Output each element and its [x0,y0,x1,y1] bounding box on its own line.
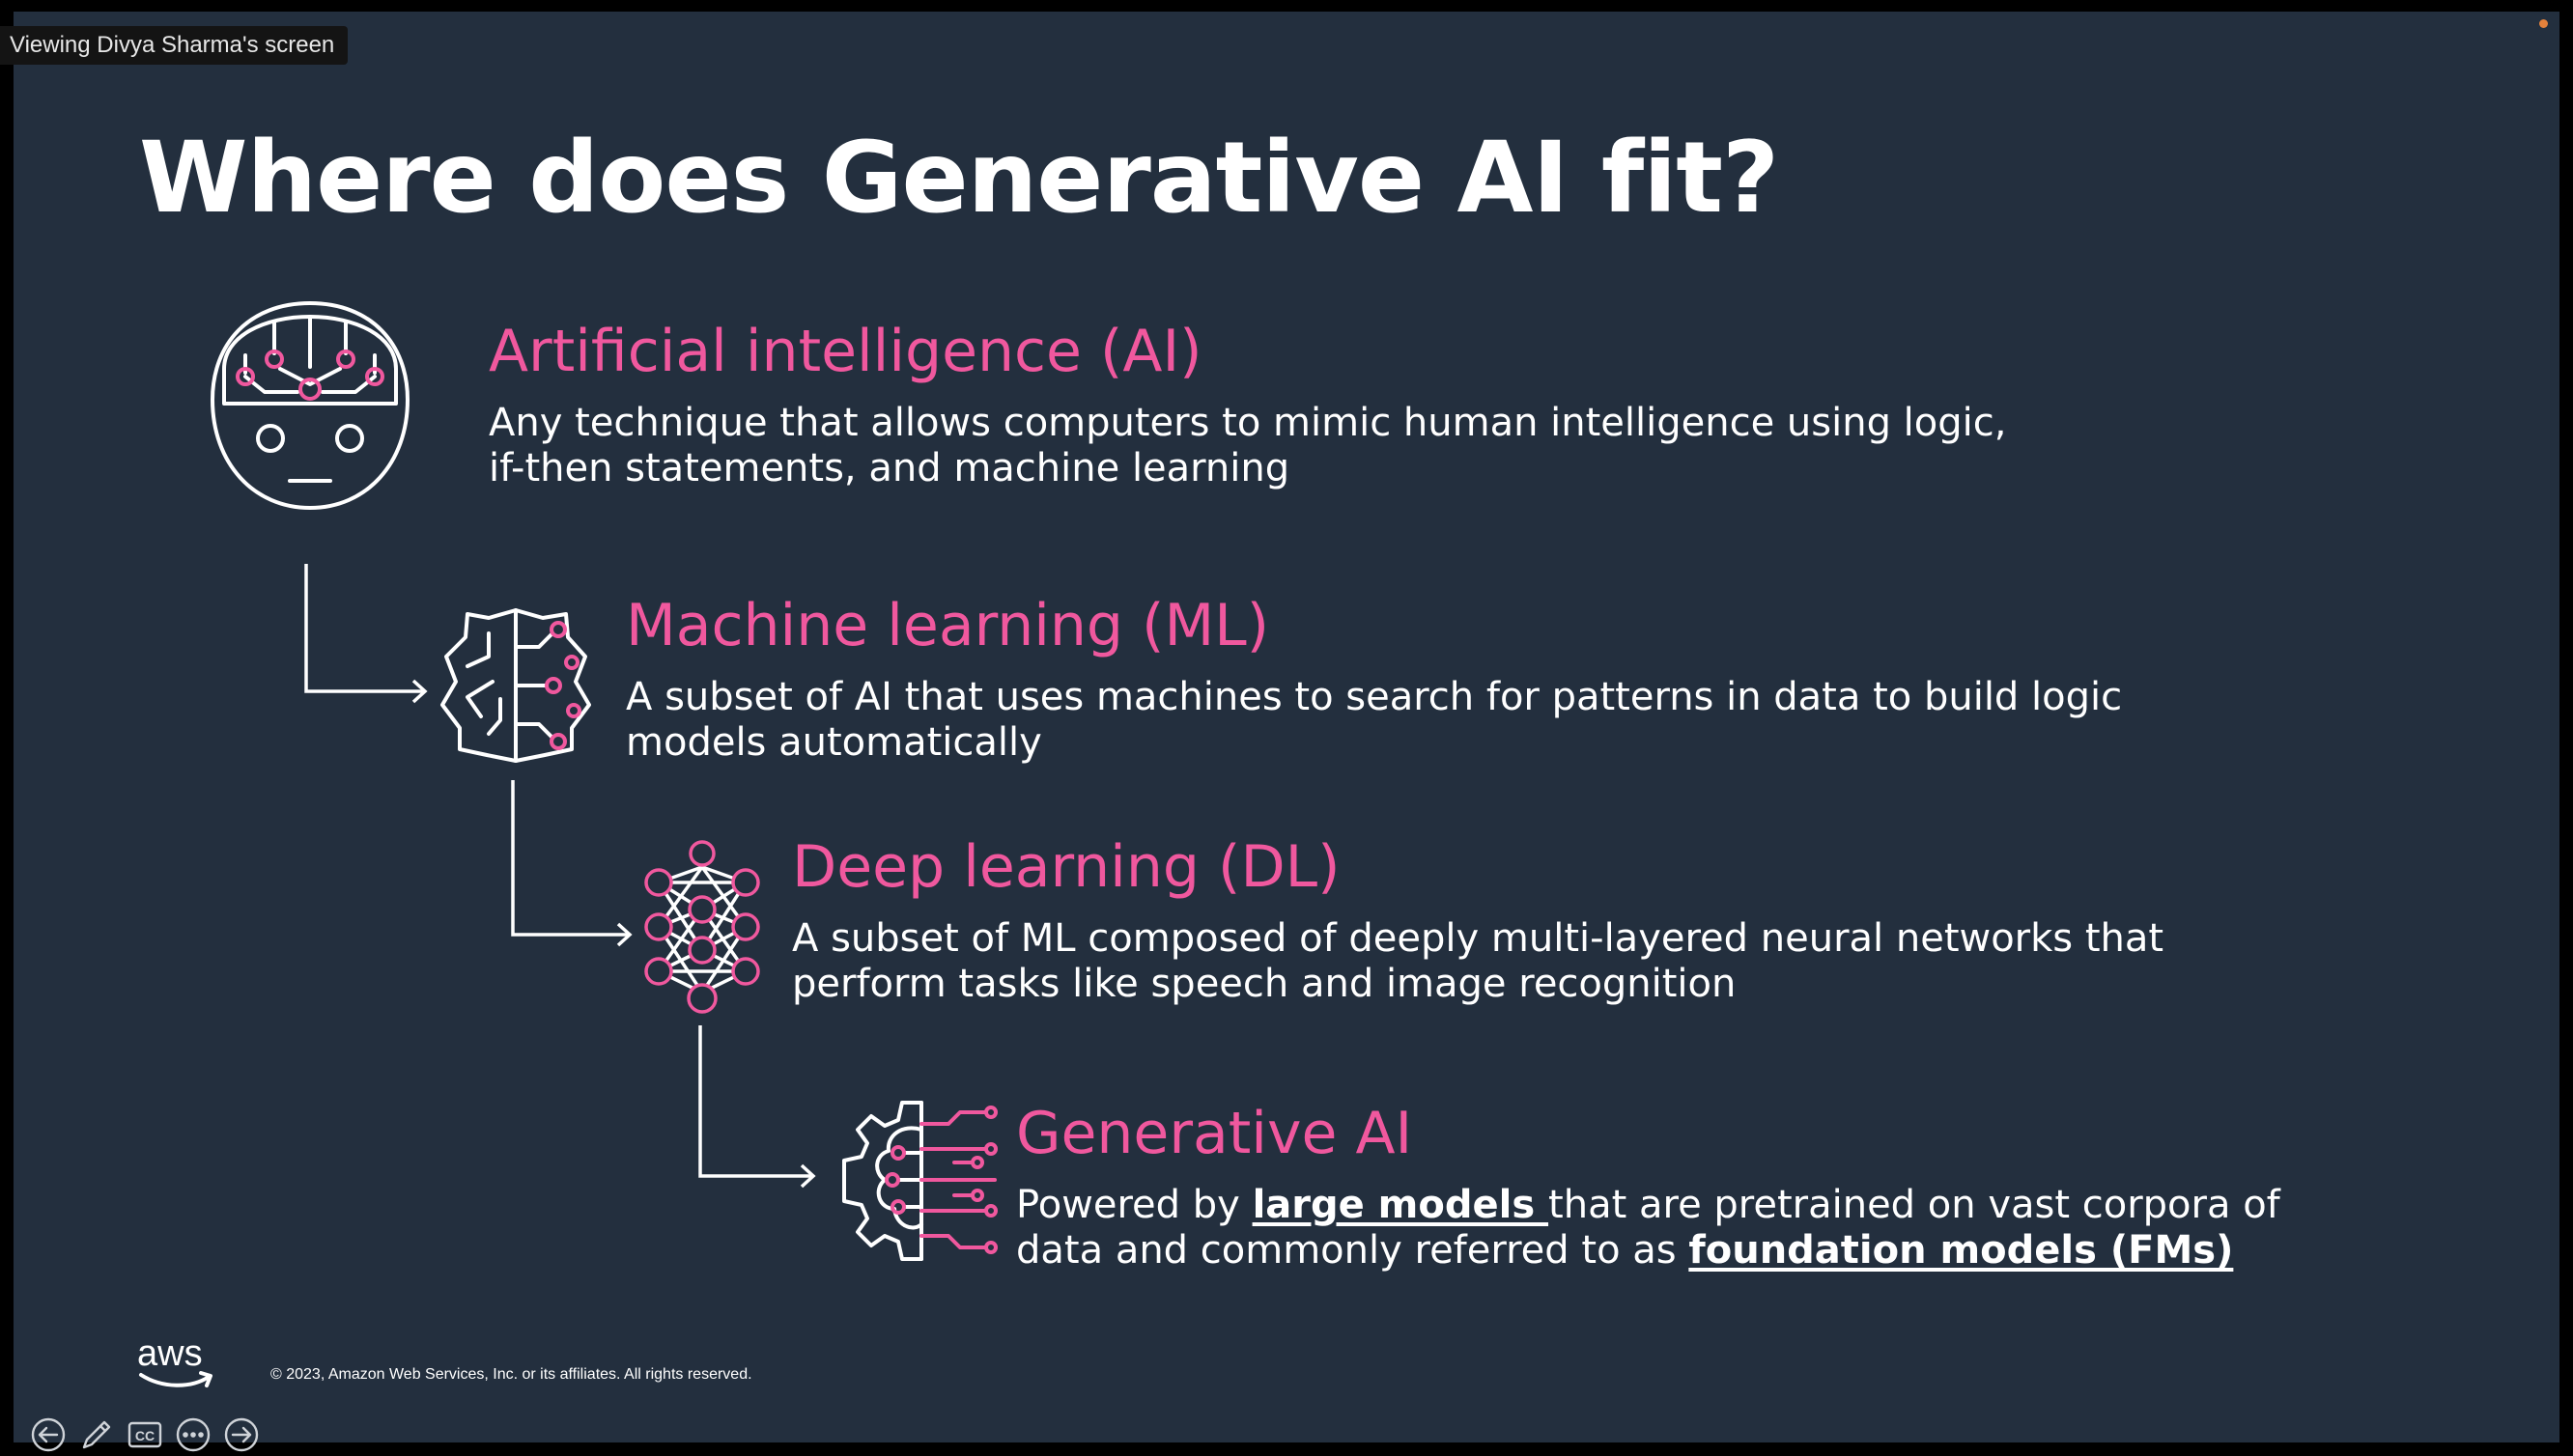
arrow-right-circle-icon [224,1417,259,1452]
genai-desc-text: data and commonly referred to as [1016,1228,1689,1273]
connector-arrow-3 [697,1025,825,1207]
level-description-ml-line1: A subset of AI that uses machines to sea… [626,675,2123,719]
viewing-screen-badge: Viewing Divya Sharma's screen [0,26,349,65]
level-description-ml-line2: models automatically [626,720,1042,765]
level-description-ai-line1: Any technique that allows computers to m… [489,401,2007,445]
large-models-emphasis: large models [1252,1183,1549,1227]
level-description-ai-line2: if-then statements, and machine learning [489,446,1290,490]
neural-network-icon [637,840,767,1016]
genai-desc-text: Powered by [1016,1183,1253,1227]
connector-arrow-2 [510,780,637,954]
level-description-dl-line1: A subset of ML composed of deeply multi-… [792,916,2164,961]
captions-label: CC [135,1428,155,1443]
copyright-notice: © 2023, Amazon Web Services, Inc. or its… [270,1366,752,1383]
level-description-genai-line2: data and commonly referred to as foundat… [1016,1228,2233,1274]
arrow-left-circle-icon [31,1417,66,1452]
level-heading-genai: Generative AI [1016,1100,1413,1167]
previous-slide-button[interactable] [29,1415,68,1454]
captions-button[interactable]: CC [126,1415,164,1454]
recording-indicator-icon [2539,19,2548,28]
genai-desc-text: that are pretrained on vast corpora of [1548,1183,2280,1227]
connector-arrow-1 [303,564,431,707]
pen-tool-button[interactable] [77,1415,116,1454]
level-heading-ml: Machine learning (ML) [626,592,1270,659]
gear-brain-circuit-icon [840,1095,1001,1269]
level-heading-dl: Deep learning (DL) [792,833,1341,901]
screen-share-viewer: Viewing Divya Sharma's screen Where does… [0,0,2573,1456]
presentation-slide: Where does Generative AI fit? Artificial… [14,12,2559,1452]
ai-head-icon [207,299,413,514]
cc-icon: CC [127,1421,162,1448]
aws-logo: aws [137,1332,218,1396]
foundation-models-emphasis: foundation models (FMs) [1688,1228,2234,1273]
next-slide-button[interactable] [222,1415,261,1454]
level-description-dl-line2: perform tasks like speech and image reco… [792,962,1737,1006]
pencil-icon [82,1420,111,1449]
presentation-controls: CC [29,1414,261,1455]
level-description-genai-line1: Powered by large models that are pretrai… [1016,1183,2280,1228]
aws-logo-text: aws [137,1333,203,1374]
slide-title: Where does Generative AI fit? [139,121,1779,236]
brain-circuit-icon [438,604,593,767]
more-horizontal-icon [176,1417,211,1452]
more-options-button[interactable] [174,1415,212,1454]
level-heading-ai: Artificial intelligence (AI) [489,318,1202,385]
